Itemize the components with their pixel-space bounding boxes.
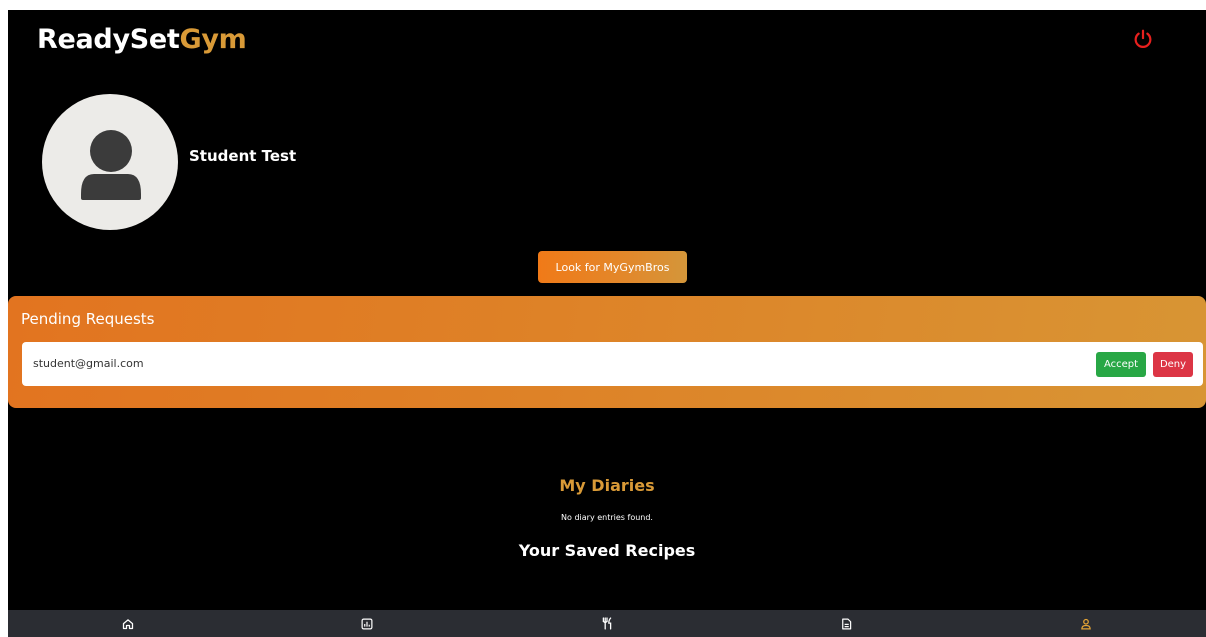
accept-button[interactable]: Accept xyxy=(1096,352,1146,377)
document-icon xyxy=(842,618,852,629)
look-for-gymbros-button[interactable]: Look for MyGymBros xyxy=(538,251,687,283)
chart-icon xyxy=(361,618,373,629)
power-icon[interactable] xyxy=(1132,28,1154,50)
user-avatar-icon xyxy=(42,94,178,230)
deny-button[interactable]: Deny xyxy=(1153,352,1193,377)
app-frame: ReadySetGym Student Test Look for MyGymB… xyxy=(8,10,1206,637)
user-name: Student Test xyxy=(189,147,297,165)
my-diaries-title: My Diaries xyxy=(559,476,655,495)
request-email: student@gmail.com xyxy=(33,357,144,370)
request-row: student@gmail.com Accept Deny xyxy=(22,342,1203,386)
nav-item-recipes[interactable] xyxy=(487,610,727,637)
diaries-empty-message: No diary entries found. xyxy=(561,513,653,522)
nav-item-home[interactable] xyxy=(8,610,248,637)
brand-primary: ReadySet xyxy=(37,24,180,55)
bottom-nav xyxy=(8,610,1206,637)
pending-requests-title: Pending Requests xyxy=(21,310,155,328)
home-icon xyxy=(122,618,133,629)
nav-item-stats[interactable] xyxy=(248,610,488,637)
brand-logo: ReadySetGym xyxy=(37,24,247,55)
nav-item-profile[interactable] xyxy=(966,610,1206,637)
profile-icon xyxy=(1081,618,1091,630)
nav-item-diary[interactable] xyxy=(727,610,967,637)
brand-accent: Gym xyxy=(179,24,247,55)
utensils-icon xyxy=(602,617,612,630)
saved-recipes-title: Your Saved Recipes xyxy=(518,541,696,560)
pending-requests-panel: Pending Requests student@gmail.com Accep… xyxy=(8,296,1206,408)
